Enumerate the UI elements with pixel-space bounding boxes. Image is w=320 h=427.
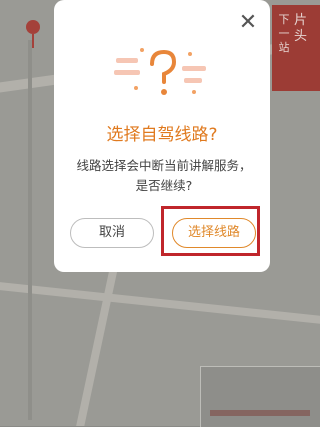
highlight-box (161, 206, 260, 256)
dialog-message: 线路选择会中断当前讲解服务，是否继续? (76, 158, 252, 193)
question-illustration-icon (114, 48, 206, 95)
location-pin-icon (26, 20, 40, 34)
close-icon[interactable]: ✕ (236, 12, 260, 36)
next-stop-label: 下一站 (278, 13, 290, 54)
location-pin-stem (32, 34, 34, 48)
bottom-panel (200, 366, 320, 427)
map-road (0, 279, 320, 329)
cancel-button[interactable]: 取消 (70, 218, 154, 248)
next-stop-name: 片头 (294, 13, 308, 44)
next-stop-card[interactable]: 下一站 片头 (272, 5, 320, 91)
bottom-panel-stripe (210, 410, 310, 416)
route-line (28, 40, 32, 420)
dialog-title: 选择自驾线路? (106, 125, 218, 145)
